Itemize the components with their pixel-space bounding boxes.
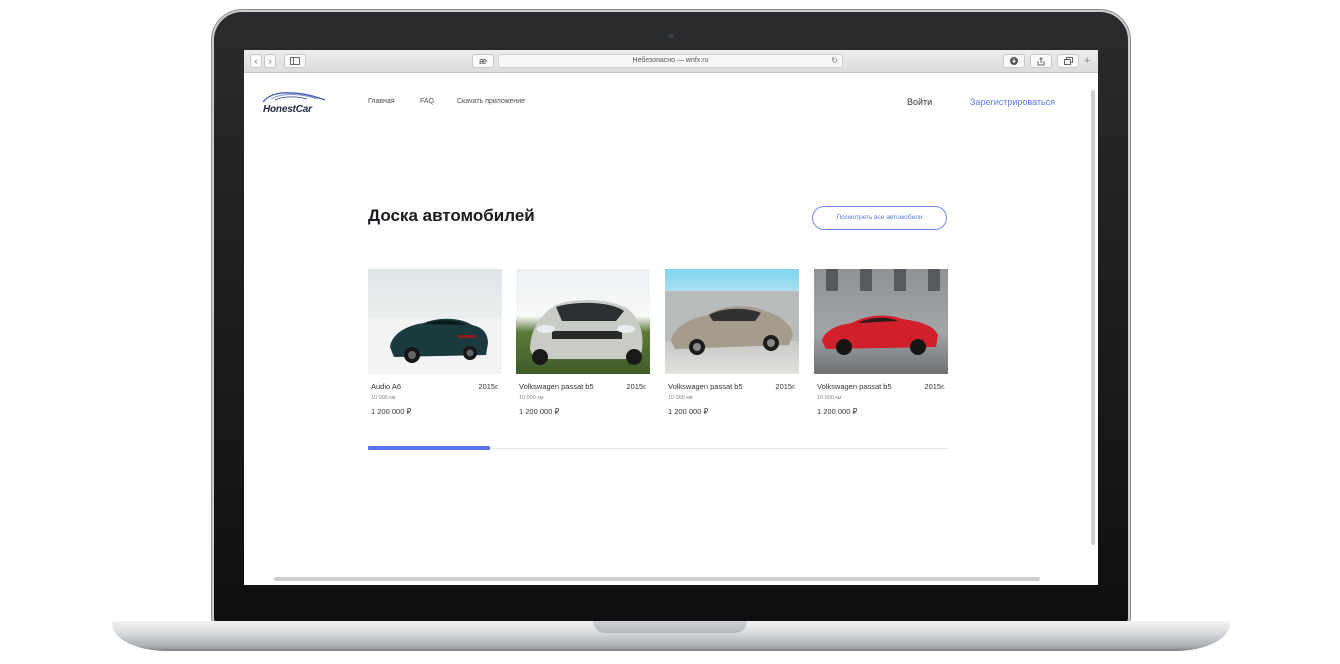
honestcar-logo[interactable]: HonestCar — [261, 88, 329, 118]
screen: ‹ › æ Небезопасно — wnfx.ru ↻ + HonestCa… — [244, 50, 1098, 585]
nav-faq[interactable]: FAQ — [420, 98, 434, 105]
car-mileage: 10 000 км — [371, 395, 396, 401]
browser-toolbar: ‹ › æ Небезопасно — wnfx.ru ↻ + — [244, 50, 1098, 73]
car-image-icon — [822, 269, 940, 355]
car-price: 1 200 000 ₽ — [371, 407, 412, 416]
new-tab-icon[interactable]: + — [1084, 55, 1090, 67]
car-name: Volkswagen passat b5 — [817, 382, 892, 391]
laptop-notch — [593, 621, 747, 633]
page-title: Доска автомобилей — [368, 206, 535, 225]
car-price: 1 200 000 ₽ — [817, 407, 858, 416]
tabs-icon — [1063, 57, 1073, 65]
car-mileage: 10 000 км — [817, 395, 842, 401]
car-image-icon — [530, 300, 643, 365]
nav-download-app[interactable]: Скачать приложение — [457, 98, 525, 105]
forward-button[interactable]: › — [264, 54, 276, 68]
download-icon — [1010, 57, 1018, 65]
car-name: Volkswagen passat b5 — [668, 382, 743, 391]
logo-text: HonestCar — [263, 104, 312, 115]
car-photo — [814, 269, 948, 374]
reader-button[interactable]: æ — [472, 54, 494, 68]
login-link[interactable]: Войти — [907, 97, 932, 107]
view-all-cars-button[interactable]: Посмотреть все автомобили — [812, 206, 947, 230]
car-photo — [368, 269, 502, 374]
carousel-progress[interactable] — [368, 446, 490, 450]
car-name: Audio A6 — [371, 382, 402, 391]
car-mileage: 10 000 км — [519, 395, 544, 401]
register-link[interactable]: Зарегистрироваться — [970, 97, 1055, 107]
reload-icon[interactable]: ↻ — [831, 55, 838, 67]
address-text: Небезопасно — wnfx.ru — [632, 57, 709, 64]
camera-icon — [667, 32, 675, 40]
car-year: 2015г. — [924, 382, 945, 391]
car-price: 1 200 000 ₽ — [668, 407, 709, 416]
car-card[interactable]: Volkswagen passat b5 2015г. 10 000 км 1 … — [814, 269, 948, 416]
share-icon — [1037, 57, 1045, 66]
horizontal-scrollbar[interactable] — [274, 577, 1040, 581]
tabs-button[interactable] — [1057, 54, 1079, 68]
car-image-icon — [368, 318, 502, 374]
car-name: Volkswagen passat b5 — [519, 382, 594, 391]
car-card[interactable]: Volkswagen passat b5 2015г. 10 000 км 1 … — [665, 269, 799, 416]
car-card[interactable]: Volkswagen passat b5 2015г. 10 000 км 1 … — [516, 269, 650, 416]
car-price: 1 200 000 ₽ — [519, 407, 560, 416]
address-bar[interactable]: Небезопасно — wnfx.ru ↻ — [498, 54, 843, 68]
car-photo — [516, 269, 650, 374]
car-photo — [665, 269, 799, 374]
share-button[interactable] — [1030, 54, 1052, 68]
back-button[interactable]: ‹ — [250, 54, 262, 68]
downloads-button[interactable] — [1003, 54, 1025, 68]
car-year: 2015г. — [775, 382, 796, 391]
web-page: HonestCar Главная FAQ Скачать приложение… — [244, 73, 1089, 585]
car-image-icon — [665, 291, 799, 355]
car-year: 2015г. — [478, 382, 499, 391]
vertical-scrollbar[interactable] — [1091, 90, 1095, 545]
sidebar-button[interactable] — [284, 54, 306, 68]
nav-home[interactable]: Главная — [368, 98, 395, 105]
car-card[interactable]: Audio A6 2015г. 10 000 км 1 200 000 ₽ — [368, 269, 502, 416]
car-year: 2015г. — [626, 382, 647, 391]
sidebar-icon — [290, 57, 300, 65]
car-mileage: 10 000 км — [668, 395, 693, 401]
